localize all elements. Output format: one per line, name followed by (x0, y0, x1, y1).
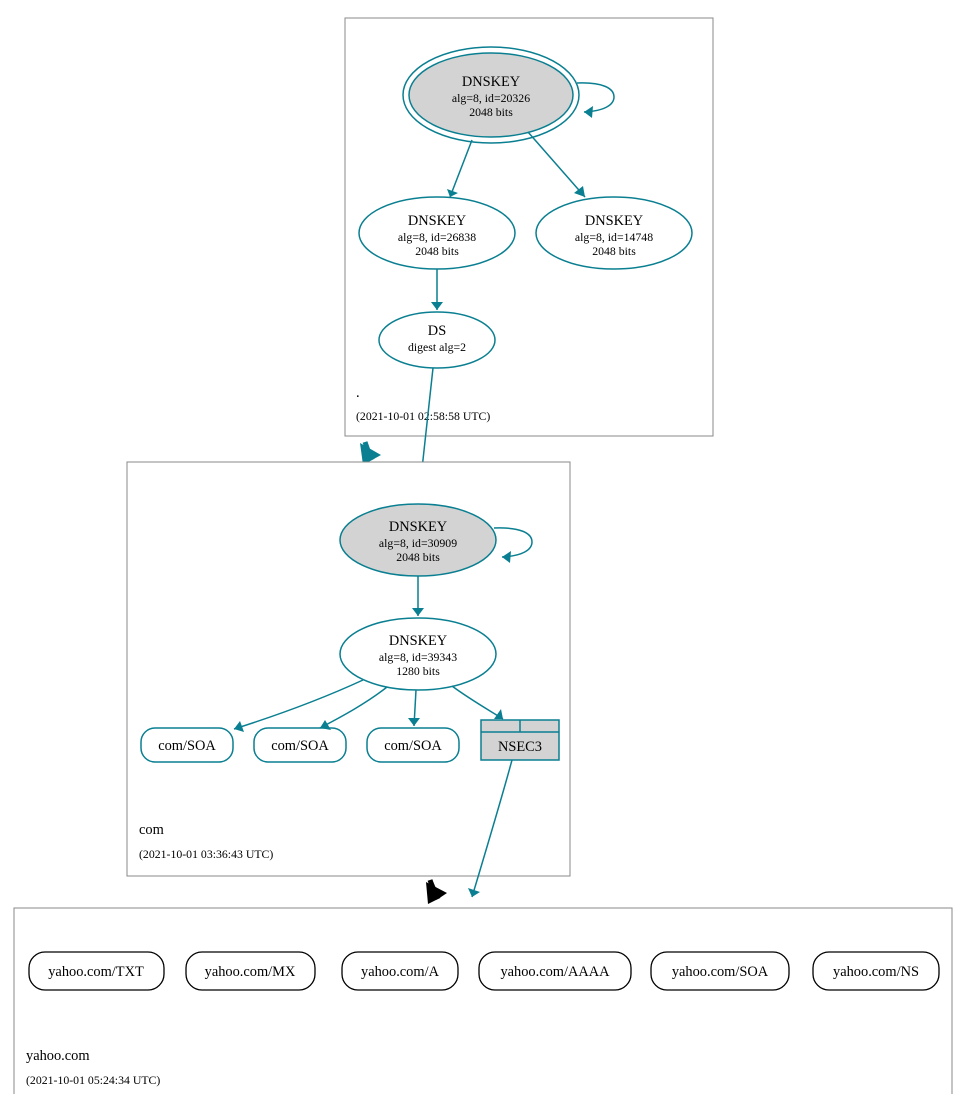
svg-text:alg=8, id=20326: alg=8, id=20326 (452, 91, 530, 105)
svg-text:digest alg=2: digest alg=2 (408, 340, 466, 354)
zone-root: . (2021-10-01 02:58:58 UTC) DNSKEY alg=8… (345, 18, 713, 436)
com-soa-2: com/SOA (254, 728, 346, 762)
svg-text:2048 bits: 2048 bits (396, 550, 440, 564)
com-soa-1: com/SOA (141, 728, 233, 762)
svg-text:alg=8, id=39343: alg=8, id=39343 (379, 650, 457, 664)
svg-text:DNSKEY: DNSKEY (408, 213, 467, 229)
svg-text:DS: DS (428, 323, 446, 339)
root-ds: DS digest alg=2 (379, 312, 495, 368)
svg-text:yahoo.com/NS: yahoo.com/NS (833, 964, 919, 980)
yahoo-rr-1: yahoo.com/MX (186, 952, 315, 990)
zone-root-time: (2021-10-01 02:58:58 UTC) (356, 409, 490, 423)
svg-text:NSEC3: NSEC3 (498, 739, 542, 755)
yahoo-rr-5: yahoo.com/NS (813, 952, 939, 990)
com-zsk: DNSKEY alg=8, id=39343 1280 bits (340, 618, 496, 690)
svg-text:1280 bits: 1280 bits (396, 664, 440, 678)
svg-text:2048 bits: 2048 bits (415, 244, 459, 258)
svg-text:DNSKEY: DNSKEY (389, 633, 448, 649)
svg-text:yahoo.com/SOA: yahoo.com/SOA (672, 964, 769, 980)
svg-text:yahoo.com/AAAA: yahoo.com/AAAA (500, 964, 610, 980)
svg-text:alg=8, id=30909: alg=8, id=30909 (379, 536, 457, 550)
svg-text:alg=8, id=14748: alg=8, id=14748 (575, 230, 653, 244)
dnssec-graph: . (2021-10-01 02:58:58 UTC) DNSKEY alg=8… (0, 0, 968, 1094)
yahoo-rr-0: yahoo.com/TXT (29, 952, 164, 990)
yahoo-rr-2: yahoo.com/A (342, 952, 458, 990)
svg-text:alg=8, id=26838: alg=8, id=26838 (398, 230, 476, 244)
svg-text:2048 bits: 2048 bits (469, 105, 513, 119)
com-soa-3: com/SOA (367, 728, 459, 762)
svg-text:yahoo.com/A: yahoo.com/A (361, 964, 440, 980)
svg-text:com/SOA: com/SOA (384, 738, 442, 754)
com-nsec3: NSEC3 (481, 720, 559, 760)
root-zsk2: DNSKEY alg=8, id=14748 2048 bits (536, 197, 692, 269)
svg-text:com/SOA: com/SOA (271, 738, 329, 754)
svg-text:DNSKEY: DNSKEY (462, 74, 521, 90)
svg-text:DNSKEY: DNSKEY (585, 213, 644, 229)
zone-yahoo: yahoo.com (2021-10-01 05:24:34 UTC) yaho… (14, 908, 952, 1094)
svg-text:yahoo.com/MX: yahoo.com/MX (205, 964, 296, 980)
zone-yahoo-time: (2021-10-01 05:24:34 UTC) (26, 1073, 160, 1087)
zone-com-time: (2021-10-01 03:36:43 UTC) (139, 847, 273, 861)
root-zsk: DNSKEY alg=8, id=26838 2048 bits (359, 197, 515, 269)
zone-root-label: . (356, 385, 360, 401)
svg-text:2048 bits: 2048 bits (592, 244, 636, 258)
zone-com-label: com (139, 822, 164, 838)
yahoo-rr-3: yahoo.com/AAAA (479, 952, 631, 990)
yahoo-rr-4: yahoo.com/SOA (651, 952, 789, 990)
svg-text:yahoo.com/TXT: yahoo.com/TXT (48, 964, 144, 980)
svg-text:DNSKEY: DNSKEY (389, 519, 448, 535)
zone-com: com (2021-10-01 03:36:43 UTC) DNSKEY alg… (127, 462, 570, 876)
zone-yahoo-label: yahoo.com (26, 1048, 90, 1064)
svg-text:com/SOA: com/SOA (158, 738, 216, 754)
